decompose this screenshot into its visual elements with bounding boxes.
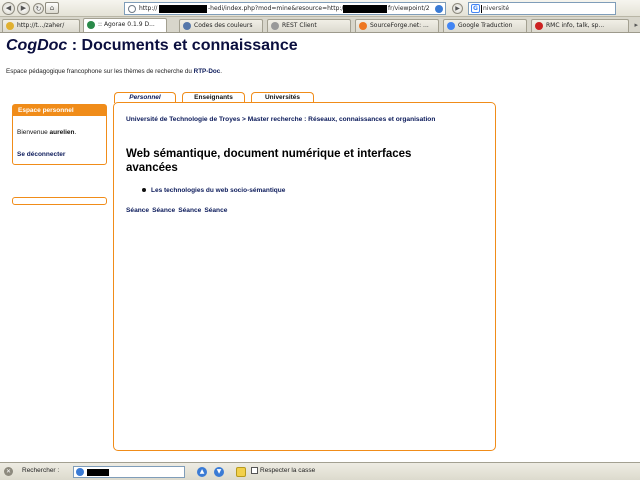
tab-label: RMC info, talk, sp... bbox=[546, 22, 605, 29]
url-text-3: fr/viewpoint/2 bbox=[388, 5, 430, 12]
search-engine-input[interactable]: niversité bbox=[483, 4, 509, 14]
sourceforge-icon bbox=[359, 22, 367, 30]
resource-link[interactable]: Les technologies du web socio-sémantique bbox=[151, 187, 285, 194]
reload-icon: ↻ bbox=[35, 5, 42, 13]
search-engine-box[interactable]: G niversité bbox=[468, 2, 616, 15]
forward-button[interactable]: ▶ bbox=[17, 2, 30, 15]
tab-label: http://t.../zaher/ bbox=[17, 22, 65, 29]
personal-space-panel: Espace personnel Bienvenue aurelien. Se … bbox=[12, 104, 107, 165]
list-item[interactable]: Les technologies du web socio-sémantique bbox=[142, 187, 285, 194]
browser-tab[interactable]: Codes des couleurs bbox=[179, 19, 263, 32]
page-icon bbox=[183, 22, 191, 30]
browser-tab-bar: http://t.../zaher/ :: Agorae 0.1.9 D... … bbox=[0, 17, 640, 33]
tab-label: :: Agorae 0.1.9 D... bbox=[98, 21, 155, 28]
star-icon bbox=[6, 22, 14, 30]
match-case-checkbox[interactable] bbox=[251, 467, 258, 474]
personal-space-heading: Espace personnel bbox=[13, 105, 106, 116]
browser-tab[interactable]: http://t.../zaher/ bbox=[2, 19, 80, 32]
highlight-all-icon[interactable] bbox=[236, 467, 246, 477]
arrow-left-icon: ◀ bbox=[5, 4, 12, 12]
find-previous-button[interactable]: ▲ bbox=[197, 467, 207, 477]
seance-link[interactable]: Séance bbox=[126, 207, 149, 214]
url-redaction bbox=[343, 5, 387, 13]
tab-label: SourceForge.net: ... bbox=[370, 22, 429, 29]
close-icon[interactable]: ✕ bbox=[4, 467, 13, 476]
page-icon bbox=[271, 22, 279, 30]
arrow-down-icon: ▼ bbox=[216, 468, 222, 475]
content-panel: Université de Technologie de Troyes > Ma… bbox=[113, 102, 496, 451]
google-icon: G bbox=[471, 4, 480, 13]
url-text-1: http:// bbox=[139, 5, 158, 12]
logout-link[interactable]: Se déconnecter bbox=[17, 151, 65, 158]
arrow-right-icon: ▶ bbox=[20, 4, 27, 12]
tagline-text: Espace pédagogique francophone sur les t… bbox=[6, 68, 194, 75]
url-redaction bbox=[159, 5, 207, 13]
browser-tab[interactable]: RMC info, talk, sp... bbox=[531, 19, 629, 32]
tab-scroll-icon[interactable]: ▸ bbox=[634, 21, 638, 29]
reload-button[interactable]: ↻ bbox=[33, 3, 44, 14]
browser-tab[interactable]: SourceForge.net: ... bbox=[355, 19, 439, 32]
seance-link[interactable]: Séance bbox=[152, 207, 175, 214]
find-input[interactable] bbox=[73, 466, 185, 478]
home-icon: ⌂ bbox=[49, 4, 55, 12]
play-icon: ▶ bbox=[455, 5, 460, 12]
site-favicon-icon bbox=[128, 5, 136, 13]
tab-label: REST Client bbox=[282, 22, 317, 29]
match-case-label: Respecter la casse bbox=[260, 467, 316, 475]
back-button[interactable]: ◀ bbox=[2, 2, 15, 15]
browser-toolbar: ◀ ▶ ↻ ⌂ http:// -hedi/index.php?mod=mine… bbox=[0, 0, 640, 17]
search-icon bbox=[76, 468, 84, 476]
tab-label: Codes des couleurs bbox=[194, 22, 253, 29]
url-go-icon[interactable] bbox=[435, 5, 443, 13]
browser-tab-active[interactable]: :: Agorae 0.1.9 D... bbox=[83, 18, 167, 32]
find-label: Rechercher : bbox=[22, 467, 60, 474]
breadcrumb[interactable]: Université de Technologie de Troyes > Ma… bbox=[126, 116, 476, 124]
url-bar[interactable]: http:// -hedi/index.php?mod=mine&resourc… bbox=[124, 2, 446, 15]
resource-list: Les technologies du web socio-sémantique bbox=[142, 187, 285, 194]
seance-link[interactable]: Séance bbox=[204, 207, 227, 214]
page-title: CogDoc : Documents et connaissance bbox=[6, 37, 298, 55]
welcome-text: Bienvenue bbox=[17, 129, 50, 136]
seance-links: Séance Séance Séance Séance bbox=[126, 207, 230, 214]
site-title-text: : Documents et connaissance bbox=[67, 37, 298, 54]
google-icon bbox=[447, 22, 455, 30]
seance-link[interactable]: Séance bbox=[178, 207, 201, 214]
empty-sidebar-panel bbox=[12, 197, 107, 205]
welcome-message: Bienvenue aurelien. bbox=[17, 129, 76, 136]
home-button[interactable]: ⌂ bbox=[45, 2, 59, 14]
browser-tab[interactable]: Google Traduction bbox=[443, 19, 527, 32]
text-caret bbox=[481, 5, 482, 13]
course-title: Web sémantique, document numérique et in… bbox=[126, 148, 412, 174]
find-bar: ✕ Rechercher : ▲ ▼ Respecter la casse bbox=[0, 462, 640, 480]
site-brand: CogDoc bbox=[6, 37, 68, 54]
bullet-icon bbox=[142, 188, 146, 193]
username: aurelien bbox=[49, 129, 75, 136]
find-input-redaction bbox=[87, 469, 109, 476]
welcome-end: . bbox=[74, 129, 77, 136]
tagline-end: . bbox=[220, 68, 222, 75]
rmc-icon bbox=[535, 22, 543, 30]
match-case-option[interactable]: Respecter la casse bbox=[251, 467, 315, 474]
url-text-2: -hedi/index.php?mod=mine&resource=http:/… bbox=[208, 5, 346, 12]
rtp-doc-link[interactable]: RTP-Doc bbox=[194, 68, 221, 75]
web-page: CogDoc : Documents et connaissance Espac… bbox=[0, 34, 640, 461]
tab-label: Google Traduction bbox=[458, 22, 513, 29]
tagline: Espace pédagogique francophone sur les t… bbox=[6, 68, 222, 75]
stop-button[interactable]: ▶ bbox=[452, 3, 463, 14]
arrow-up-icon: ▲ bbox=[199, 468, 205, 475]
agorae-icon bbox=[87, 21, 95, 29]
browser-tab[interactable]: REST Client bbox=[267, 19, 351, 32]
find-next-button[interactable]: ▼ bbox=[214, 467, 224, 477]
